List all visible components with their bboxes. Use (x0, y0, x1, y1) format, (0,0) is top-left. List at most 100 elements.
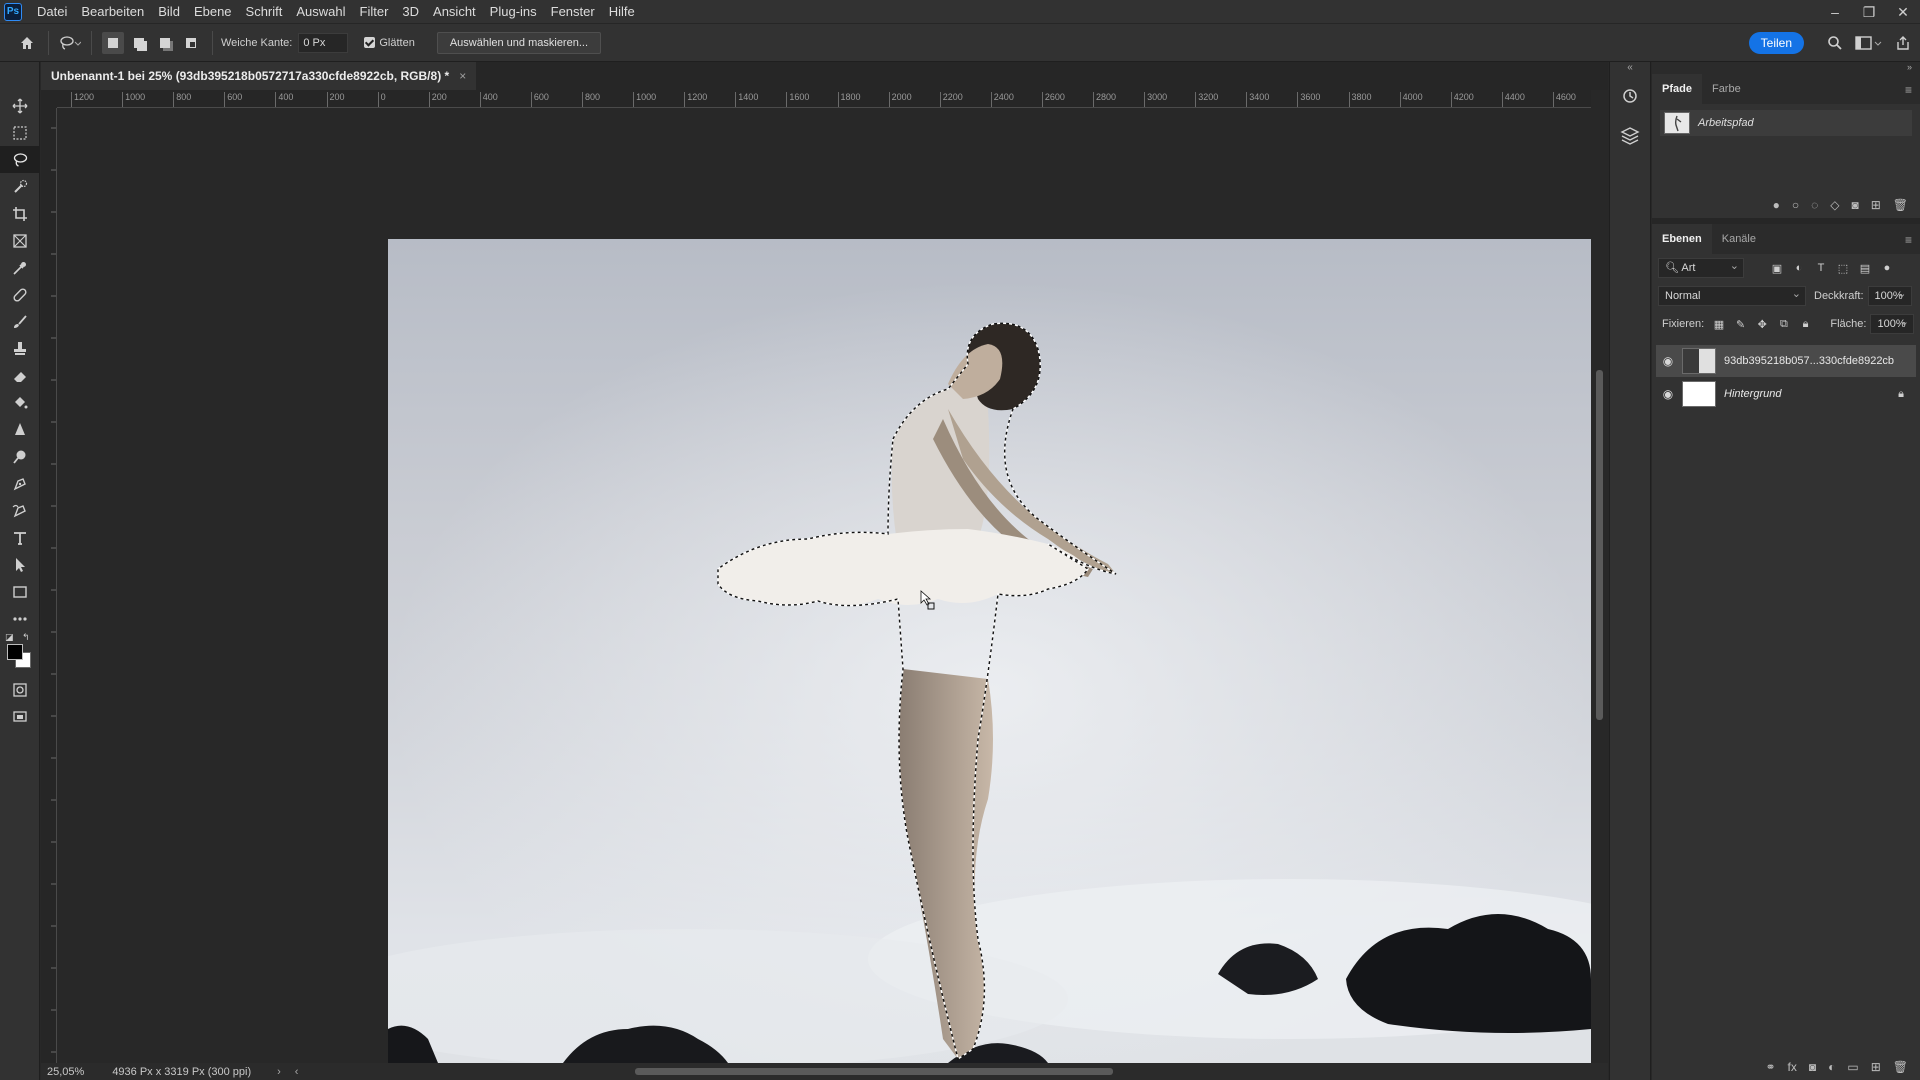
document-tab[interactable]: Unbenannt-1 bei 25% (93db395218b0572717a… (41, 62, 477, 90)
menu-3d[interactable]: 3D (395, 0, 426, 24)
menu-fenster[interactable]: Fenster (544, 0, 602, 24)
paint-bucket-tool-icon[interactable] (0, 389, 40, 416)
fill-input[interactable]: 100% (1870, 313, 1914, 334)
foreground-color[interactable] (7, 644, 23, 660)
quick-selection-tool-icon[interactable] (0, 173, 40, 200)
layers-stack-icon[interactable] (1610, 116, 1650, 156)
visibility-eye-icon[interactable]: ◉ (1656, 354, 1680, 368)
tab-farbe[interactable]: Farbe (1702, 74, 1751, 104)
menu-filter[interactable]: Filter (353, 0, 396, 24)
zoom-level[interactable]: 25,05% (47, 1066, 84, 1078)
layer-kind-filter[interactable]: 🔍︎ Art (1658, 257, 1744, 278)
intersect-selection-icon[interactable] (180, 32, 202, 54)
add-to-selection-icon[interactable] (128, 32, 150, 54)
opacity-input[interactable]: 100% (1867, 285, 1912, 306)
frame-tool-icon[interactable] (0, 227, 40, 254)
close-window-icon[interactable]: ✕ (1886, 0, 1920, 24)
eraser-tool-icon[interactable] (0, 362, 40, 389)
canvas-area[interactable] (57, 108, 1591, 1063)
restore-icon[interactable]: ❐ (1852, 0, 1886, 24)
vertical-scroll-thumb[interactable] (1596, 370, 1603, 720)
brush-tool-icon[interactable] (0, 308, 40, 335)
new-path-icon[interactable]: ⊞ (1871, 198, 1881, 212)
blend-mode-select[interactable]: Normal (1658, 285, 1806, 306)
add-mask-icon[interactable]: ◙ (1851, 198, 1858, 212)
type-tool-icon[interactable] (0, 524, 40, 551)
subtract-from-selection-icon[interactable] (154, 32, 176, 54)
lasso-tool-preset-icon[interactable] (57, 30, 83, 56)
layer-row[interactable]: ◉ 93db395218b057...330cfde8922cb (1656, 345, 1916, 377)
new-group-icon[interactable]: ▭ (1847, 1060, 1858, 1074)
checkbox-checked-icon[interactable] (364, 37, 376, 48)
scroll-left-icon[interactable]: ‹ (295, 1066, 299, 1078)
lock-position-icon[interactable]: ✥ (1751, 314, 1773, 334)
tab-pfade[interactable]: Pfade (1652, 74, 1702, 104)
make-work-path-icon[interactable]: ◇ (1830, 198, 1839, 212)
home-icon[interactable] (14, 30, 40, 56)
adjustment-layer-icon[interactable]: ◐ (1828, 1060, 1835, 1074)
lock-transparent-icon[interactable]: ▦ (1708, 314, 1730, 334)
add-layer-mask-icon[interactable]: ◙ (1809, 1060, 1816, 1074)
visibility-eye-icon[interactable]: ◉ (1656, 387, 1680, 401)
menu-bearbeiten[interactable]: Bearbeiten (74, 0, 151, 24)
menu-schrift[interactable]: Schrift (239, 0, 290, 24)
lock-artboard-icon[interactable]: ⧉ (1773, 314, 1795, 334)
panel-menu-icon[interactable]: ≡ (1905, 83, 1912, 97)
new-layer-icon[interactable]: ⊞ (1871, 1060, 1881, 1074)
layer-row[interactable]: ◉ Hintergrund 🔒︎ (1656, 378, 1916, 410)
menu-hilfe[interactable]: Hilfe (602, 0, 642, 24)
search-icon[interactable] (1822, 30, 1848, 56)
new-selection-icon[interactable] (102, 31, 124, 54)
menu-datei[interactable]: Datei (30, 0, 74, 24)
path-item[interactable]: Arbeitspfad (1660, 110, 1912, 136)
default-colors-icon[interactable]: ◪ (5, 632, 14, 643)
clone-stamp-tool-icon[interactable] (0, 335, 40, 362)
more-tools-icon[interactable] (0, 605, 40, 632)
feather-input[interactable]: 0 Px (298, 32, 349, 53)
share-export-icon[interactable] (1890, 30, 1916, 56)
freeform-pen-tool-icon[interactable] (0, 497, 40, 524)
quick-mask-icon[interactable] (0, 676, 40, 703)
antialias-checkbox[interactable]: Glätten (364, 37, 420, 49)
eyedropper-tool-icon[interactable] (0, 254, 40, 281)
close-tab-icon[interactable]: × (459, 69, 466, 83)
path-selection-tool-icon[interactable] (0, 551, 40, 578)
load-path-as-selection-icon[interactable]: ◌ (1811, 198, 1818, 212)
minimize-icon[interactable]: – (1818, 0, 1852, 24)
menu-bild[interactable]: Bild (151, 0, 187, 24)
lasso-tool-icon[interactable] (0, 146, 40, 173)
menu-ansicht[interactable]: Ansicht (426, 0, 483, 24)
select-and-mask-button[interactable]: Auswählen und maskieren... (436, 31, 601, 54)
history-icon[interactable] (1610, 76, 1650, 116)
layer-style-icon[interactable]: fx (1788, 1060, 1797, 1074)
healing-brush-tool-icon[interactable] (0, 281, 40, 308)
collapse-icon[interactable]: « (1610, 62, 1650, 76)
vertical-scrollbar[interactable] (1591, 90, 1608, 1063)
stroke-path-icon[interactable]: ○ (1792, 198, 1799, 212)
delete-layer-icon[interactable]: 🗑 (1893, 1060, 1908, 1074)
rectangle-tool-icon[interactable] (0, 578, 40, 605)
menu-auswahl[interactable]: Auswahl (289, 0, 352, 24)
layer-name[interactable]: Hintergrund (1724, 388, 1898, 400)
filter-type-icon[interactable]: T (1810, 258, 1832, 278)
lock-all-icon[interactable]: 🔒︎ (1795, 314, 1817, 334)
workspace-icon[interactable] (1852, 30, 1886, 56)
filter-shape-icon[interactable]: ⬚ (1832, 258, 1854, 278)
pen-tool-icon[interactable] (0, 470, 40, 497)
layers-panel-menu-icon[interactable]: ≡ (1905, 233, 1912, 247)
horizontal-scroll-thumb[interactable] (635, 1068, 1113, 1075)
filter-pixel-icon[interactable]: ▣ (1766, 258, 1788, 278)
delete-path-icon[interactable]: 🗑 (1893, 198, 1908, 212)
move-tool-icon[interactable] (0, 92, 40, 119)
screen-mode-icon[interactable] (0, 703, 40, 730)
tab-kanaele[interactable]: Kanäle (1712, 224, 1766, 254)
blur-tool-icon[interactable] (0, 416, 40, 443)
menu-ebene[interactable]: Ebene (187, 0, 239, 24)
dodge-tool-icon[interactable] (0, 443, 40, 470)
marquee-tool-icon[interactable] (0, 119, 40, 146)
panel-collapse-icon[interactable]: » (1652, 62, 1920, 74)
lock-image-icon[interactable]: ✎ (1730, 314, 1752, 334)
filter-adjustment-icon[interactable]: ◐ (1788, 258, 1810, 278)
tab-ebenen[interactable]: Ebenen (1652, 224, 1712, 254)
filter-toggle-icon[interactable]: ● (1876, 258, 1898, 278)
